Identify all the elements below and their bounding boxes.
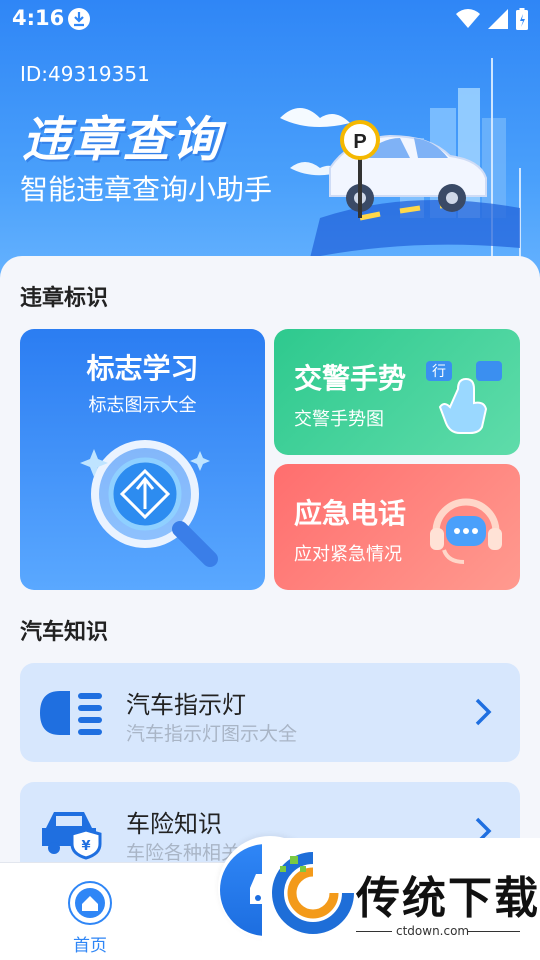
car-insurance-icon: ¥: [42, 812, 102, 860]
user-id: ID:49319351: [20, 62, 150, 86]
signs-learning-card[interactable]: 标志学习 标志图示大全: [20, 329, 265, 590]
watermark-rule-right: [468, 931, 520, 932]
emergency-card-subtitle: 应对紧急情况: [294, 544, 402, 565]
home-icon: [68, 881, 112, 925]
watermark-url: ctdown.com: [396, 924, 470, 938]
battery-icon: [516, 8, 528, 30]
signs-card-title: 标志学习: [86, 352, 199, 385]
svg-text:行: 行: [432, 364, 446, 380]
police-gesture-card[interactable]: 交警手势 交警手势图 行: [274, 329, 520, 455]
section-title-car-knowledge: 汽车知识: [20, 620, 109, 645]
watermark-rule-left: [356, 931, 392, 932]
row-indicator-lights[interactable]: 汽车指示灯 汽车指示灯图示大全: [20, 663, 520, 762]
svg-text:P: P: [353, 131, 366, 153]
row-subtitle: 汽车指示灯图示大全: [126, 723, 298, 745]
page-subtitle: 智能违章查询小助手: [20, 173, 273, 206]
watermark-logo: [272, 852, 354, 934]
police-card-title: 交警手势: [294, 362, 407, 395]
hand-gesture-icon: 行: [426, 361, 502, 434]
download-icon: [68, 8, 90, 30]
emergency-call-card[interactable]: 应急电话 应对紧急情况: [274, 464, 520, 590]
signal-icon: [488, 9, 508, 29]
headlight-icon: [40, 691, 102, 735]
row-title: 汽车指示灯: [126, 691, 246, 719]
nav-home-label: 首页: [73, 936, 107, 956]
signs-card-subtitle: 标志图示大全: [88, 395, 197, 416]
watermark-text: 传统下载: [356, 873, 540, 924]
watermark: 传统下载 ctdown.com: [262, 838, 540, 960]
section-title-violation-signs: 违章标识: [20, 286, 109, 311]
status-bar: 4:16: [0, 0, 540, 38]
magnifier-sign-icon: [80, 440, 218, 567]
svg-text:¥: ¥: [81, 839, 90, 854]
wifi-icon: [456, 9, 480, 28]
police-card-subtitle: 交警手势图: [294, 409, 384, 430]
car-parking-illustration: P: [280, 58, 521, 258]
page-title: 违章查询: [22, 112, 223, 168]
row-title: 车险知识: [126, 810, 222, 838]
chevron-right-icon: [475, 698, 492, 726]
nav-home[interactable]: 首页: [40, 863, 140, 960]
emergency-card-title: 应急电话: [294, 497, 407, 530]
header-banner: 4:16 ID:49319351 违章查询 智能违章查询小助手 P: [0, 0, 540, 300]
status-time: 4:16: [12, 6, 65, 30]
headset-icon: [430, 498, 502, 564]
